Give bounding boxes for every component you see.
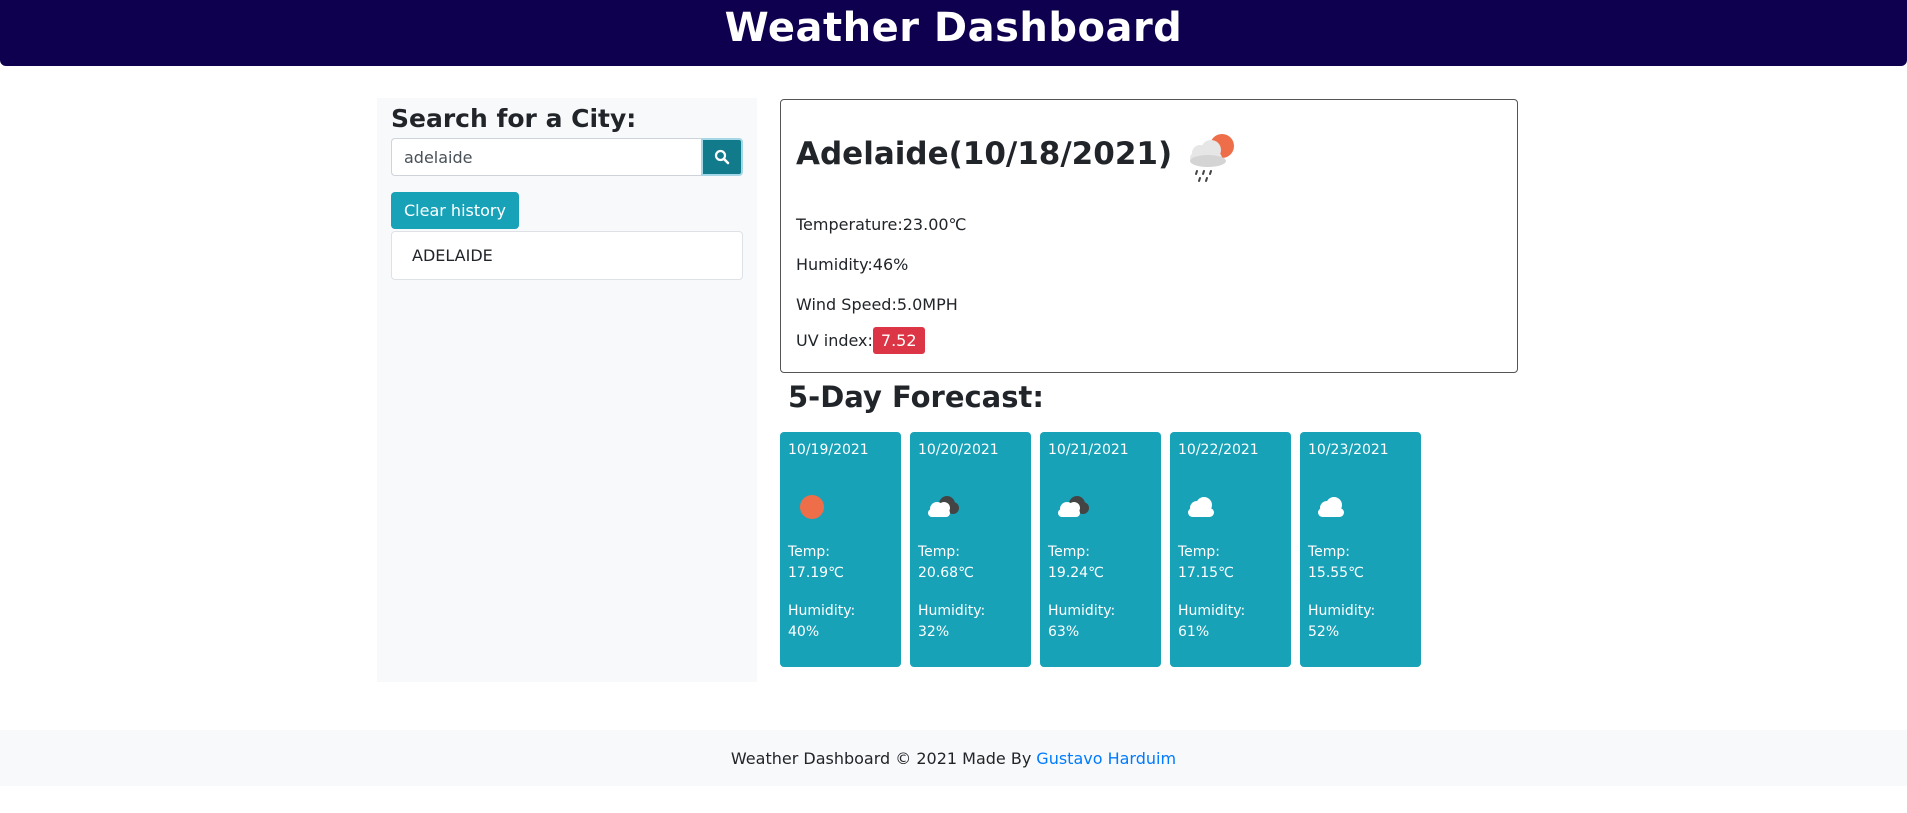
forecast-temp: 20.68℃ xyxy=(918,565,974,581)
current-weather-card: Adelaide(10/18/2021) Temperature:23.00℃ … xyxy=(780,99,1518,373)
forecast-date: 10/22/2021 xyxy=(1178,442,1259,458)
forecast-humidity: 40% xyxy=(788,624,820,640)
forecast-humidity-label: Humidity: xyxy=(1048,603,1116,619)
uv-row: UV index: 7.52 xyxy=(796,327,925,354)
sun-rain-cloud-icon xyxy=(1190,134,1234,182)
forecast-humidity-label: Humidity: xyxy=(1308,603,1376,619)
history-item-adelaide[interactable]: ADELAIDE xyxy=(391,231,743,280)
forecast-date: 10/20/2021 xyxy=(918,442,999,458)
humidity-label: Humidity: xyxy=(796,255,873,274)
forecast-humidity: 52% xyxy=(1308,624,1340,640)
forecast-temp-label: Temp: xyxy=(788,544,831,560)
forecast-temp-label: Temp: xyxy=(918,544,961,560)
header: Weather Dashboard xyxy=(0,0,1907,66)
forecast-card: 10/19/2021 Temp: 17.19℃ Humidity: 40% xyxy=(780,432,901,667)
current-city-title: Adelaide(10/18/2021) xyxy=(796,136,1173,172)
uv-badge: 7.52 xyxy=(872,327,925,354)
cloud-icon xyxy=(1188,497,1214,517)
wind-value: 5.0MPH xyxy=(896,295,958,314)
uv-label: UV index: xyxy=(796,331,873,350)
forecast-title: 5-Day Forecast: xyxy=(788,380,1044,414)
forecast-date: 10/21/2021 xyxy=(1048,442,1129,458)
forecast-humidity: 61% xyxy=(1178,624,1210,640)
forecast-row: 10/19/2021 Temp: 17.19℃ Humidity: 40% 10… xyxy=(780,432,1421,667)
forecast-humidity: 63% xyxy=(1048,624,1080,640)
footer-text: Weather Dashboard © 2021 Made By xyxy=(730,748,1032,768)
cloud-icon xyxy=(1318,497,1344,517)
author-link[interactable]: Gustavo Harduim xyxy=(1036,749,1176,768)
search-sidebar: Search for a City: Clear history ADELAID… xyxy=(377,98,757,682)
forecast-humidity: 32% xyxy=(918,624,950,640)
forecast-card: 10/21/2021 Temp: 19.24℃ Humidity: 63% xyxy=(1040,432,1161,667)
forecast-temp: 15.55℃ xyxy=(1308,565,1364,581)
wind-row: Wind Speed:5.0MPH xyxy=(796,295,958,314)
temperature-row: Temperature:23.00℃ xyxy=(796,215,967,234)
forecast-humidity-label: Humidity: xyxy=(788,603,856,619)
forecast-humidity-label: Humidity: xyxy=(918,603,986,619)
forecast-card: 10/23/2021 Temp: 15.55℃ Humidity: 52% xyxy=(1300,432,1421,667)
forecast-card: 10/22/2021 Temp: 17.15℃ Humidity: 61% xyxy=(1170,432,1291,667)
humidity-row: Humidity:46% xyxy=(796,255,908,274)
search-button[interactable] xyxy=(701,138,743,176)
temperature-value: 23.00℃ xyxy=(902,215,967,234)
humidity-value: 46% xyxy=(872,255,909,274)
forecast-humidity-label: Humidity: xyxy=(1178,603,1246,619)
footer: Weather Dashboard © 2021 Made By Gustavo… xyxy=(0,730,1907,786)
forecast-temp-label: Temp: xyxy=(1178,544,1221,560)
city-search-input[interactable] xyxy=(391,138,701,176)
broken-clouds-icon xyxy=(1058,496,1089,517)
search-row xyxy=(391,138,743,176)
clear-history-button[interactable]: Clear history xyxy=(391,192,519,229)
forecast-temp-label: Temp: xyxy=(1308,544,1351,560)
forecast-date: 10/23/2021 xyxy=(1308,442,1389,458)
forecast-card: 10/20/2021 Temp: 20.68℃ Humidity: 32% xyxy=(910,432,1031,667)
search-history-list: ADELAIDE xyxy=(391,231,743,280)
sun-icon xyxy=(800,495,824,519)
forecast-temp: 17.19℃ xyxy=(788,565,844,581)
temperature-label: Temperature: xyxy=(796,215,903,234)
page-title: Weather Dashboard xyxy=(724,5,1183,51)
forecast-temp: 19.24℃ xyxy=(1048,565,1104,581)
search-icon xyxy=(714,149,730,165)
forecast-temp-label: Temp: xyxy=(1048,544,1091,560)
wind-label: Wind Speed: xyxy=(796,295,897,314)
forecast-temp: 17.15℃ xyxy=(1178,565,1234,581)
search-heading: Search for a City: xyxy=(391,104,637,133)
broken-clouds-icon xyxy=(928,496,959,517)
forecast-date: 10/19/2021 xyxy=(788,442,869,458)
